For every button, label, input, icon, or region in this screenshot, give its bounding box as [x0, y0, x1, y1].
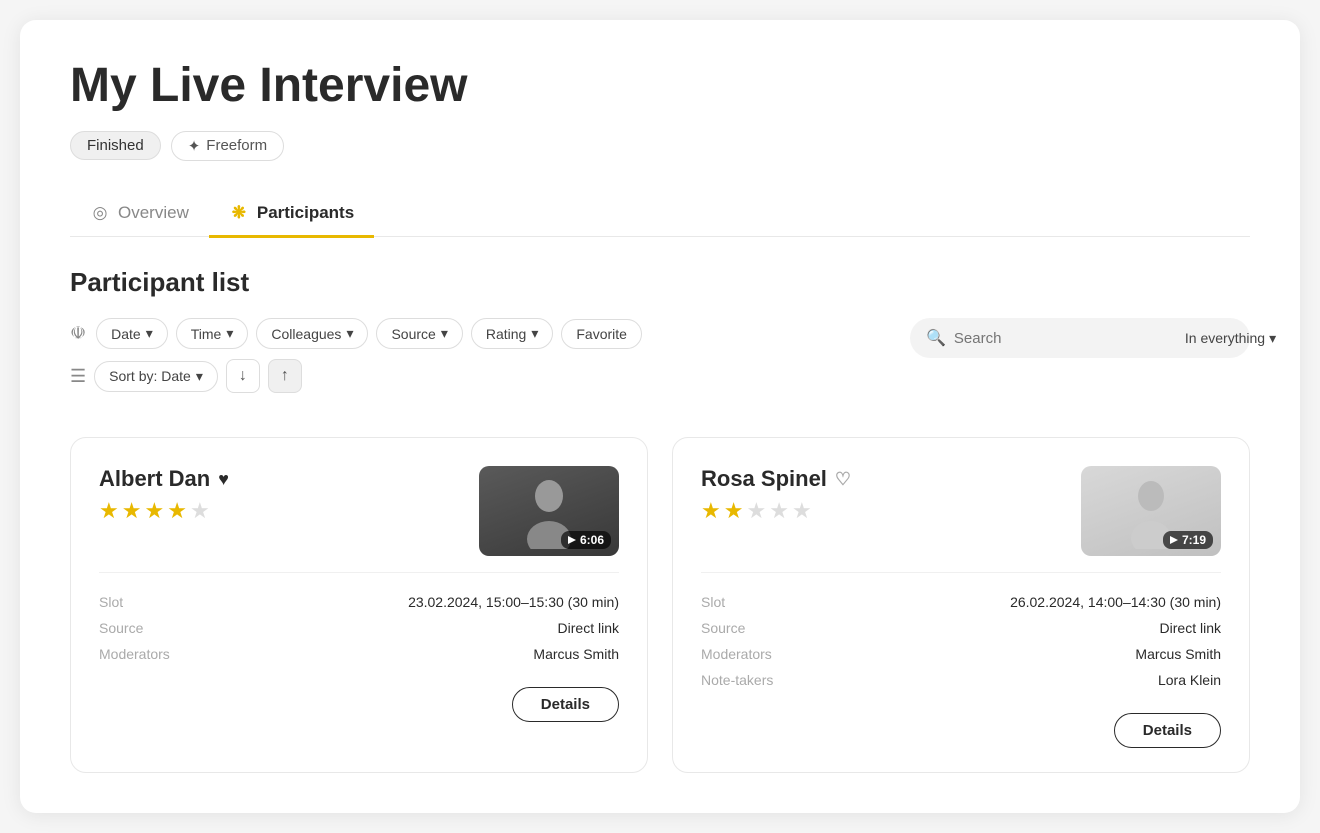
star-4: ★ [769, 498, 789, 524]
video-duration-rosa: 7:19 [1163, 531, 1213, 549]
star-1: ★ [99, 498, 119, 524]
search-box: 🔍 In everything ▾ [910, 318, 1250, 358]
badges-row: Finished ✦ Freeform [70, 131, 1250, 161]
page-container: My Live Interview Finished ✦ Freeform ◎ … [20, 20, 1300, 813]
slot-row-albert: Slot 23.02.2024, 15:00–15:30 (30 min) [99, 589, 619, 615]
filters-left: ☫ Date ▾ Time ▾ Colleagues ▾ Source ▾ [70, 318, 910, 413]
star-5: ★ [792, 498, 812, 524]
overview-icon: ◎ [90, 203, 110, 223]
details-btn-rosa[interactable]: Details [1114, 713, 1221, 748]
section-title: Participant list [70, 267, 1250, 298]
participants-icon: ❋ [229, 203, 249, 223]
favorite-heart-icon-rosa[interactable]: ♡ [835, 469, 851, 490]
search-icon: 🔍 [926, 328, 946, 348]
sort-chevron-icon: ▾ [196, 368, 203, 385]
star-5: ★ [190, 498, 210, 524]
tab-overview[interactable]: ◎ Overview [70, 191, 209, 238]
star-3: ★ [144, 498, 164, 524]
date-chevron-icon: ▾ [146, 325, 153, 342]
arrow-up-icon: ↑ [281, 367, 289, 385]
note-takers-row-rosa: Note-takers Lora Klein [701, 667, 1221, 693]
scope-chevron-icon: ▾ [1269, 330, 1276, 347]
search-input[interactable] [954, 330, 1153, 347]
filters-row: ☫ Date ▾ Time ▾ Colleagues ▾ Source ▾ [70, 318, 910, 349]
time-filter-btn[interactable]: Time ▾ [176, 318, 249, 349]
play-icon-rosa [1170, 536, 1178, 544]
card-info-rosa: Slot 26.02.2024, 14:00–14:30 (30 min) So… [701, 589, 1221, 693]
source-row-rosa: Source Direct link [701, 615, 1221, 641]
slot-row-rosa: Slot 26.02.2024, 14:00–14:30 (30 min) [701, 589, 1221, 615]
rating-chevron-icon: ▾ [531, 325, 538, 342]
moderators-row-albert: Moderators Marcus Smith [99, 641, 619, 667]
source-filter-btn[interactable]: Source ▾ [376, 318, 462, 349]
favorite-heart-icon-albert[interactable]: ♥ [218, 469, 229, 490]
source-chevron-icon: ▾ [441, 325, 448, 342]
stars-albert: ★ ★ ★ ★ ★ [99, 498, 229, 524]
participant-name-rosa: Rosa Spinel ♡ [701, 466, 851, 492]
stars-rosa: ★ ★ ★ ★ ★ [701, 498, 851, 524]
filters-search-wrapper: ☫ Date ▾ Time ▾ Colleagues ▾ Source ▾ [70, 318, 1250, 413]
card-top-albert: Albert Dan ♥ ★ ★ ★ ★ ★ [99, 466, 619, 556]
star-2: ★ [724, 498, 744, 524]
card-footer-albert: Details [99, 687, 619, 722]
time-chevron-icon: ▾ [226, 325, 233, 342]
participant-name-albert: Albert Dan ♥ [99, 466, 229, 492]
type-badge: ✦ Freeform [171, 131, 284, 161]
freeform-icon: ✦ [188, 137, 201, 155]
card-divider-albert [99, 572, 619, 573]
rating-filter-btn[interactable]: Rating ▾ [471, 318, 554, 349]
star-3: ★ [746, 498, 766, 524]
video-thumbnail-albert[interactable]: 6:06 [479, 466, 619, 556]
date-filter-btn[interactable]: Date ▾ [96, 318, 168, 349]
card-divider-rosa [701, 572, 1221, 573]
sort-row: ☰ Sort by: Date ▾ ↓ ↑ [70, 359, 910, 393]
favorite-filter-btn[interactable]: Favorite [561, 319, 642, 349]
status-badge: Finished [70, 131, 161, 160]
card-name-area-rosa: Rosa Spinel ♡ ★ ★ ★ ★ ★ [701, 466, 851, 524]
video-duration-albert: 6:06 [561, 531, 611, 549]
card-top-rosa: Rosa Spinel ♡ ★ ★ ★ ★ ★ [701, 466, 1221, 556]
star-1: ★ [701, 498, 721, 524]
card-name-area-albert: Albert Dan ♥ ★ ★ ★ ★ ★ [99, 466, 229, 524]
card-footer-rosa: Details [701, 713, 1221, 748]
card-info-albert: Slot 23.02.2024, 15:00–15:30 (30 min) So… [99, 589, 619, 667]
colleagues-filter-btn[interactable]: Colleagues ▾ [256, 318, 368, 349]
sort-by-btn[interactable]: Sort by: Date ▾ [94, 361, 218, 392]
participant-card-albert-dan: Albert Dan ♥ ★ ★ ★ ★ ★ [70, 437, 648, 773]
source-row-albert: Source Direct link [99, 615, 619, 641]
tab-participants[interactable]: ❋ Participants [209, 191, 374, 238]
details-btn-albert[interactable]: Details [512, 687, 619, 722]
tabs-row: ◎ Overview ❋ Participants [70, 191, 1250, 238]
cards-row: Albert Dan ♥ ★ ★ ★ ★ ★ [70, 437, 1250, 773]
sort-icon: ☰ [70, 366, 86, 387]
star-4: ★ [167, 498, 187, 524]
sort-desc-btn[interactable]: ↑ [268, 359, 302, 393]
sort-asc-btn[interactable]: ↓ [226, 359, 260, 393]
search-scope-btn[interactable]: In everything ▾ [1185, 330, 1276, 347]
star-2: ★ [122, 498, 142, 524]
arrow-down-icon: ↓ [239, 367, 247, 385]
filter-icon: ☫ [70, 323, 86, 344]
play-icon-albert [568, 536, 576, 544]
page-title: My Live Interview [70, 60, 1250, 113]
colleagues-chevron-icon: ▾ [346, 325, 353, 342]
video-thumbnail-rosa[interactable]: 7:19 [1081, 466, 1221, 556]
moderators-row-rosa: Moderators Marcus Smith [701, 641, 1221, 667]
participant-card-rosa-spinel: Rosa Spinel ♡ ★ ★ ★ ★ ★ [672, 437, 1250, 773]
